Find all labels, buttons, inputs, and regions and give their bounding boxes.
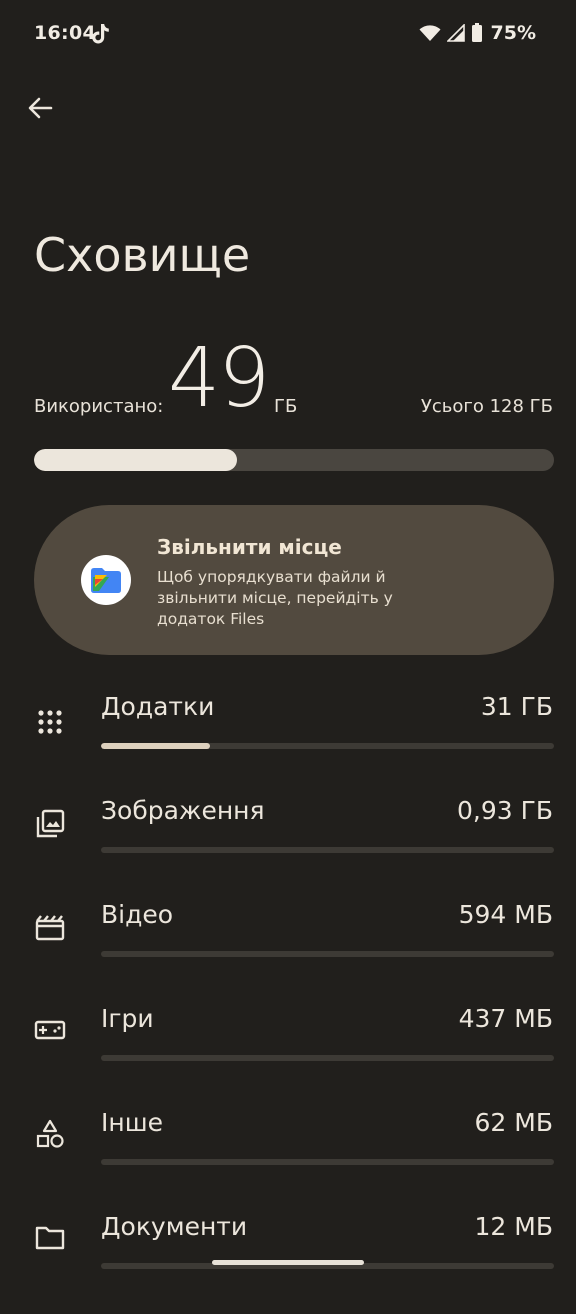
category-size: 0,93 ГБ (456, 796, 553, 825)
folder-icon (34, 1222, 66, 1254)
apps-grid-icon (34, 706, 66, 738)
category-images[interactable]: Зображення 0,93 ГБ (0, 794, 576, 898)
arrow-back-icon (28, 97, 53, 119)
used-unit: ГБ (274, 396, 298, 417)
category-size: 62 МБ (474, 1108, 553, 1137)
video-icon (34, 912, 66, 944)
gamepad-icon (34, 1014, 66, 1046)
category-name: Документи (101, 1212, 248, 1241)
files-app-icon (81, 555, 131, 605)
tiktok-notification-icon (90, 23, 110, 49)
cellular-signal-icon (446, 24, 465, 42)
battery-icon (471, 23, 482, 42)
free-up-space-title: Звільнити місце (157, 535, 342, 559)
category-size: 437 МБ (458, 1004, 553, 1033)
category-other[interactable]: Інше 62 МБ (0, 1106, 576, 1210)
category-name: Зображення (101, 796, 265, 825)
used-label: Використано: (34, 396, 164, 417)
category-usage-bar-fill (101, 743, 210, 749)
storage-usage-bar (34, 449, 554, 471)
category-video[interactable]: Відео 594 МБ (0, 898, 576, 1002)
wifi-icon (419, 25, 441, 41)
category-apps[interactable]: Додатки 31 ГБ (0, 690, 576, 794)
back-button[interactable] (20, 88, 60, 128)
category-usage-bar (101, 1159, 554, 1165)
category-usage-bar (101, 951, 554, 957)
category-usage-bar (101, 847, 554, 853)
battery-percent: 75% (490, 22, 536, 44)
page-title: Сховище (34, 228, 251, 282)
images-icon (34, 808, 66, 840)
category-games[interactable]: Ігри 437 МБ (0, 1002, 576, 1106)
category-name: Ігри (101, 1004, 154, 1033)
category-size: 12 МБ (474, 1212, 553, 1241)
home-indicator[interactable] (212, 1260, 364, 1265)
free-up-space-card[interactable]: Звільнити місце Щоб упорядкувати файли й… (34, 505, 554, 655)
total-storage-label: Усього 128 ГБ (420, 396, 553, 417)
category-size: 594 МБ (458, 900, 553, 929)
category-size: 31 ГБ (480, 692, 553, 721)
category-name: Інше (101, 1108, 163, 1137)
used-value: 49 (168, 331, 270, 426)
category-usage-bar (101, 1055, 554, 1061)
free-up-space-description: Щоб упорядкувати файли й звільнити місце… (157, 568, 393, 628)
status-time: 16:04 (34, 22, 96, 44)
category-usage-bar (101, 743, 554, 749)
storage-usage-bar-fill (34, 449, 237, 471)
status-bar: 16:04 75% (0, 0, 576, 70)
shapes-icon (34, 1118, 66, 1150)
status-icons: 75% (419, 22, 536, 44)
category-name: Відео (101, 900, 174, 929)
category-name: Додатки (101, 692, 215, 721)
